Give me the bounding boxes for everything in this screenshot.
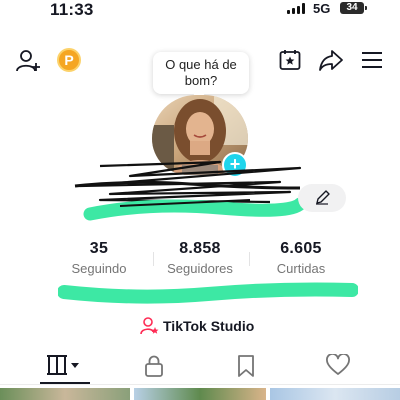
video-thumbnail[interactable] [270,388,400,400]
lock-icon[interactable] [144,354,164,378]
bookmark-icon[interactable] [236,354,256,378]
edit-profile-button[interactable] [298,184,346,212]
following-stat[interactable]: 35 Seguindo [49,240,149,276]
followers-count: 8.858 [179,240,221,257]
studio-user-icon [140,317,159,335]
coins-icon[interactable]: P [57,48,81,72]
menu-icon[interactable] [361,50,383,70]
status-time: 11:33 [50,0,94,19]
calendar-star-icon[interactable] [278,48,302,72]
stats-divider [249,252,250,266]
status-bubble[interactable]: O que há de bom? [153,52,249,94]
video-thumbnail[interactable] [134,388,266,400]
network-label: 5G [313,1,331,16]
video-thumbnail[interactable] [0,388,130,400]
username-redaction [74,160,307,221]
followers-stat[interactable]: 8.858 Seguidores [150,240,250,276]
pencil-icon [316,190,330,205]
add-friend-icon[interactable] [16,48,42,74]
followers-label: Seguidores [167,261,233,276]
likes-label: Curtidas [276,261,326,276]
heart-icon[interactable] [326,354,350,376]
bio-redaction [58,282,358,304]
videos-grid-icon[interactable] [46,354,82,376]
tab-separator [0,384,400,385]
battery-nub [365,6,367,10]
battery-icon: 34 [340,2,364,14]
likes-count: 6.605 [280,240,322,257]
tiktok-studio-label: TikTok Studio [163,318,255,334]
signal-strength-icon [287,3,307,14]
following-label: Seguindo [71,261,127,276]
likes-stat[interactable]: 6.605 Curtidas [251,240,351,276]
following-count: 35 [89,240,109,257]
status-bar: 11:33 5G 34 [0,0,400,22]
share-icon[interactable] [318,48,344,72]
